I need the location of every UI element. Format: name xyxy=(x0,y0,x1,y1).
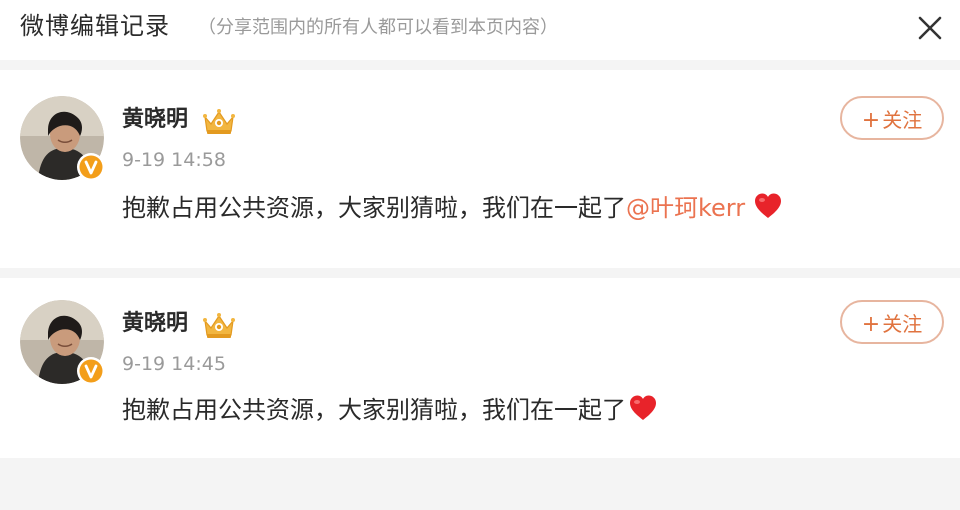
section-divider xyxy=(0,60,960,70)
post-content: 抱歉占用公共资源，大家别猜啦，我们在一起了 xyxy=(122,394,658,426)
plus-icon: + xyxy=(861,312,881,337)
follow-button[interactable]: + 关注 xyxy=(840,96,944,140)
post-text: 抱歉占用公共资源，大家别猜啦，我们在一起了 xyxy=(122,194,626,222)
author-name[interactable]: 黄晓明 xyxy=(122,310,188,338)
verified-v-badge-icon xyxy=(77,357,105,385)
page-subtitle: （分享范围内的所有人都可以看到本页内容） xyxy=(198,17,558,38)
follow-label: 关注 xyxy=(882,312,923,336)
verified-v-badge-icon xyxy=(77,153,105,181)
section-divider xyxy=(0,458,960,510)
avatar[interactable] xyxy=(20,96,105,181)
post-timestamp: 9-19 14:58 xyxy=(122,149,226,171)
heart-emoji-icon xyxy=(755,193,782,218)
vip-crown-icon xyxy=(203,109,235,134)
post-timestamp: 9-19 14:45 xyxy=(122,353,226,375)
edit-history-header: 微博编辑记录 （分享范围内的所有人都可以看到本页内容） xyxy=(0,0,960,60)
author-name[interactable]: 黄晓明 xyxy=(122,106,188,134)
follow-label: 关注 xyxy=(882,108,923,132)
vip-crown-icon xyxy=(203,313,235,338)
edit-record-card: 黄晓明 9-19 14:45 抱歉占用公共资源，大家别猜啦，我们在一起了 + 关注 xyxy=(0,278,960,458)
edit-record-card: 黄晓明 9-19 14:58 抱歉占用公共资源，大家别猜啦，我们在一起了@叶珂k… xyxy=(0,70,960,268)
close-icon xyxy=(918,16,942,40)
plus-icon: + xyxy=(861,108,881,133)
section-divider xyxy=(0,268,960,278)
post-text: 抱歉占用公共资源，大家别猜啦，我们在一起了 xyxy=(122,396,626,424)
mention-link[interactable]: @叶珂kerr xyxy=(626,194,745,222)
heart-emoji-icon xyxy=(630,395,656,420)
avatar[interactable] xyxy=(20,300,105,385)
close-button[interactable] xyxy=(912,10,948,46)
follow-button[interactable]: + 关注 xyxy=(840,300,944,344)
post-content: 抱歉占用公共资源，大家别猜啦，我们在一起了@叶珂kerr xyxy=(122,192,783,224)
page-title: 微博编辑记录 xyxy=(20,12,170,40)
